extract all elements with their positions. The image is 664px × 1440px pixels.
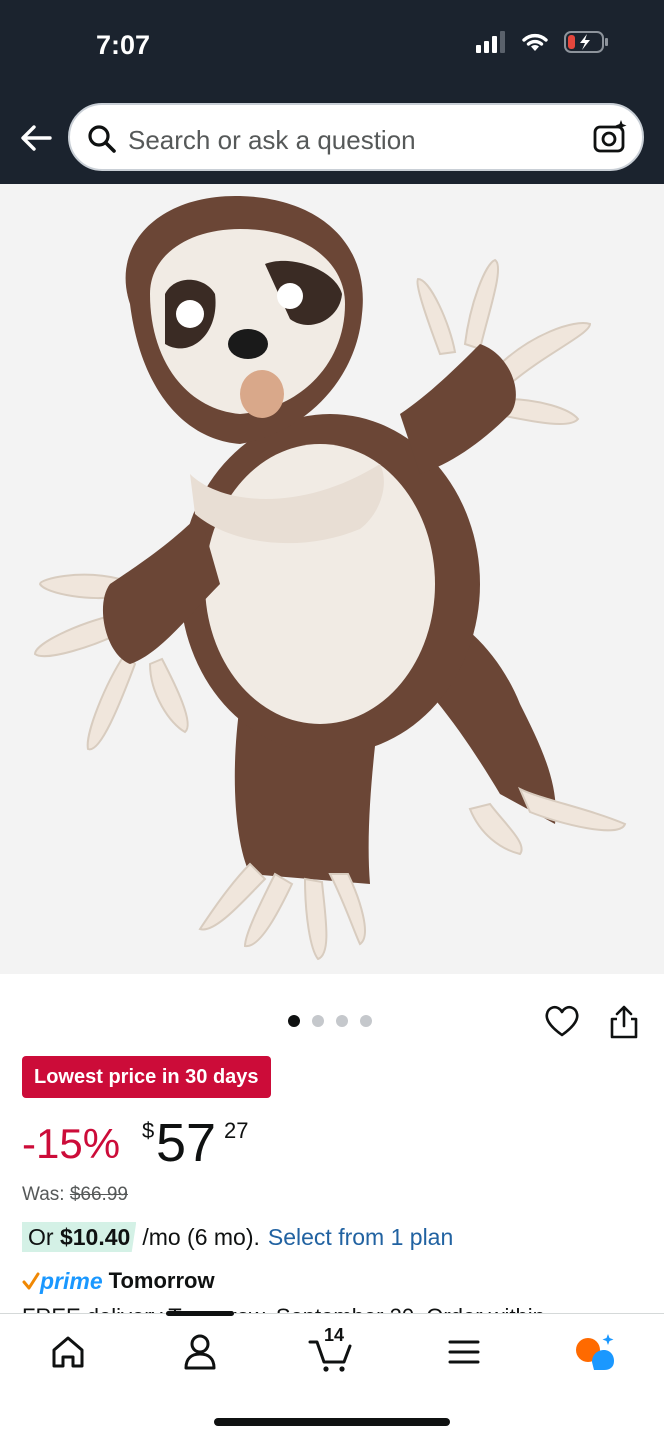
home-icon[interactable] xyxy=(44,1330,92,1374)
was-label: Was: xyxy=(22,1184,65,1205)
app-header: 7:07 Search or ask a question xyxy=(0,0,664,184)
back-arrow-icon[interactable] xyxy=(16,118,56,158)
discount-percent: -15% xyxy=(22,1120,121,1167)
home-indicator xyxy=(214,1418,450,1426)
nav-active-indicator xyxy=(166,1311,234,1316)
price-fraction: 27 xyxy=(224,1118,249,1143)
was-price: Was: $66.99 xyxy=(22,1184,128,1206)
menu-icon[interactable] xyxy=(440,1330,488,1374)
product-image[interactable] xyxy=(0,184,664,974)
carousel-dot[interactable] xyxy=(288,1015,300,1027)
wifi-icon xyxy=(522,33,548,51)
deal-badge: Lowest price in 30 days xyxy=(22,1056,271,1098)
carousel-dot[interactable] xyxy=(312,1015,324,1027)
heart-icon[interactable] xyxy=(544,1004,580,1038)
financing-prefix: Or xyxy=(28,1224,54,1250)
share-icon[interactable] xyxy=(608,1004,640,1040)
status-time: 7:07 xyxy=(96,30,151,60)
search-bar[interactable]: Search or ask a question xyxy=(68,103,644,171)
carousel-dot[interactable] xyxy=(360,1015,372,1027)
cart-count-badge: 14 xyxy=(324,1325,345,1345)
search-input[interactable]: Search or ask a question xyxy=(128,125,416,156)
select-plan-link[interactable]: Select from 1 plan xyxy=(268,1224,453,1251)
financing-amount: Or $10.40 xyxy=(22,1222,137,1252)
prime-delivery-day: Tomorrow xyxy=(108,1268,215,1293)
search-icon xyxy=(88,125,116,153)
carousel-indicator xyxy=(288,1015,372,1027)
carousel-dot[interactable] xyxy=(336,1015,348,1027)
financing-line: Or $10.40 /mo (6 mo). Select from 1 plan xyxy=(22,1222,453,1252)
account-icon[interactable] xyxy=(176,1330,224,1374)
signal-icon xyxy=(476,31,505,53)
battery-icon xyxy=(564,31,608,53)
financing-term: /mo (6 mo). xyxy=(142,1223,260,1250)
status-icons xyxy=(476,30,610,54)
camera-search-icon[interactable] xyxy=(592,119,628,155)
price-currency: $ xyxy=(142,1118,155,1143)
was-value: $66.99 xyxy=(69,1184,128,1205)
product-photo xyxy=(33,195,627,961)
prime-logo: prime xyxy=(40,1267,103,1294)
rufus-ai-icon[interactable] xyxy=(572,1330,620,1374)
prime-check-icon xyxy=(22,1272,40,1290)
prime-delivery: prime Tomorrow xyxy=(22,1266,215,1296)
price-whole: 57 xyxy=(156,1113,217,1173)
financing-monthly: $10.40 xyxy=(59,1224,131,1250)
